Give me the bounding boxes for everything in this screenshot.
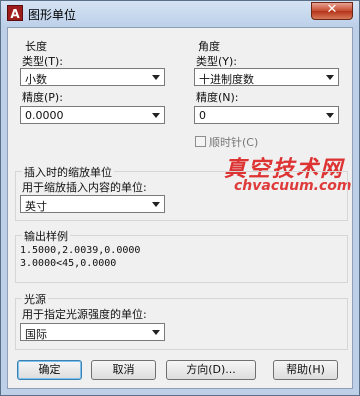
length-type-label: 类型(T): [22, 55, 64, 68]
angle-precision-select[interactable]: 0 [194, 106, 339, 124]
angle-type-select[interactable]: 十进制度数 [194, 68, 339, 86]
chevron-down-icon [152, 202, 160, 207]
chevron-down-icon [326, 113, 334, 118]
length-type-value: 小数 [25, 73, 47, 86]
close-icon: ✕ [326, 2, 338, 17]
sample-line-2: 3.0000<45,0.0000 [20, 258, 117, 269]
insertion-units-label: 用于缩放插入内容的单位: [22, 181, 147, 194]
clockwise-label: 顺时针(C) [209, 136, 259, 149]
angle-type-value: 十进制度数 [199, 73, 254, 86]
chevron-down-icon [326, 75, 334, 80]
chevron-down-icon [152, 330, 160, 335]
insertion-units-select[interactable]: 英寸 [20, 195, 165, 213]
angle-precision-value: 0 [199, 109, 206, 122]
title-bar[interactable]: A 图形单位 ✕ [1, 1, 359, 27]
length-precision-select[interactable]: 0.0000 [20, 106, 165, 124]
angle-precision-label: 精度(N): [196, 91, 239, 104]
ok-button[interactable]: 确定 [17, 360, 82, 380]
insertion-heading: 插入时的缩放单位 [22, 164, 114, 180]
clockwise-checkbox[interactable] [195, 136, 206, 147]
autocad-app-icon: A [7, 5, 23, 21]
cancel-button[interactable]: 取消 [91, 360, 156, 380]
dialog-client-area: 长度 类型(T): 小数 精度(P): 0.0000 角度 类型(Y): 十进制… [7, 27, 353, 389]
lighting-heading: 光源 [22, 291, 48, 307]
length-heading: 长度 [25, 40, 47, 53]
length-precision-label: 精度(P): [22, 91, 63, 104]
close-button[interactable]: ✕ [311, 2, 353, 20]
length-precision-value: 0.0000 [25, 109, 64, 122]
dialog-window: A 图形单位 ✕ 长度 类型(T): 小数 精度(P): 0.0000 角度 类… [0, 0, 360, 396]
dialog-title: 图形单位 [28, 8, 77, 22]
lighting-units-label: 用于指定光源强度的单位: [22, 308, 147, 321]
lighting-units-select[interactable]: 国际 [20, 323, 165, 341]
sample-line-1: 1.5000,2.0039,0.0000 [20, 245, 141, 256]
help-button[interactable]: 帮助(H) [273, 360, 338, 380]
sample-heading: 输出样例 [22, 228, 70, 244]
chevron-down-icon [152, 113, 160, 118]
length-type-select[interactable]: 小数 [20, 68, 165, 86]
insertion-units-value: 英寸 [25, 200, 47, 213]
angle-type-label: 类型(Y): [196, 55, 238, 68]
lighting-units-value: 国际 [25, 328, 47, 341]
chevron-down-icon [152, 75, 160, 80]
direction-button[interactable]: 方向(D)... [166, 360, 256, 380]
angle-heading: 角度 [198, 40, 220, 53]
